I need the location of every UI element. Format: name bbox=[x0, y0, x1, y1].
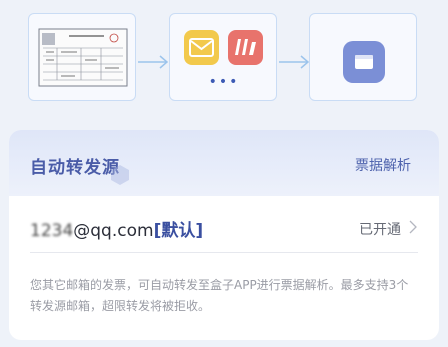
flow-step-invoice bbox=[28, 13, 136, 101]
divider bbox=[30, 252, 418, 253]
description-text: 您其它邮箱的发票，可自动转发至盒子APP进行票据解析。最多支持3个转发源邮箱，超… bbox=[30, 278, 409, 313]
invoice-document-icon bbox=[38, 28, 128, 87]
mail-icon bbox=[184, 30, 219, 65]
flow-step-mailbox: ••• bbox=[169, 13, 277, 101]
forward-email: 1234@qq.com[默认] bbox=[30, 216, 203, 241]
flow-step-app-box bbox=[309, 13, 417, 101]
status-label: 已开通 bbox=[359, 222, 401, 238]
email-prefix-obscured: 1234 bbox=[30, 221, 74, 241]
auto-forward-card: 自动转发源 票据解析 1234@qq.com[默认] 已开通 您其它邮箱的发票，… bbox=[9, 130, 439, 340]
forward-source-row[interactable]: 1234@qq.com[默认] 已开通 bbox=[9, 196, 439, 256]
more-dots: ••• bbox=[208, 74, 240, 90]
email-domain: @qq.com bbox=[73, 221, 154, 241]
inbox-box-icon bbox=[343, 41, 385, 83]
invoice-flow-diagram: ••• bbox=[0, 0, 448, 120]
invoice-parse-link[interactable]: 票据解析 bbox=[355, 155, 411, 175]
hexagon-decoration-icon bbox=[111, 165, 129, 185]
default-tag: [默认] bbox=[153, 221, 204, 241]
card-header: 自动转发源 票据解析 bbox=[9, 130, 439, 196]
arrow-right-icon bbox=[138, 55, 169, 69]
brand-logo-icon bbox=[228, 30, 263, 65]
arrow-right-icon bbox=[279, 55, 310, 69]
chevron-right-icon bbox=[409, 220, 417, 234]
card-title: 自动转发源 bbox=[30, 158, 120, 178]
